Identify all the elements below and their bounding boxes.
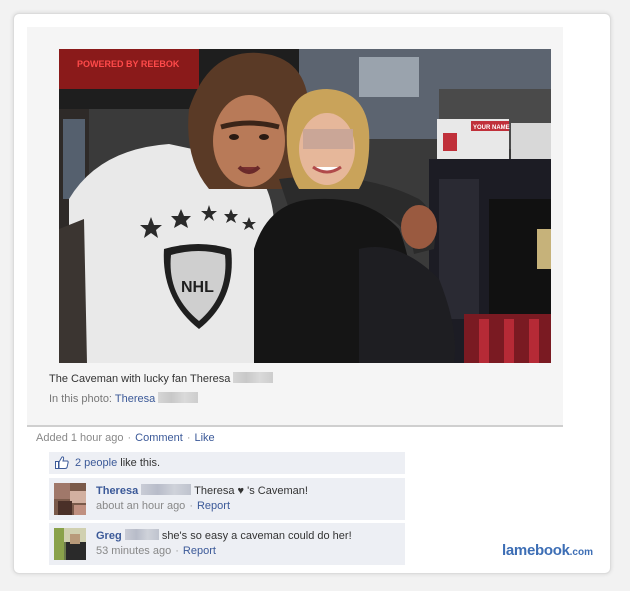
redacted-surname xyxy=(158,392,199,403)
redacted-surname xyxy=(141,484,192,495)
comment-body: Theresa Theresa ♥ 's Caveman! xyxy=(96,484,308,497)
separator-dot: · xyxy=(186,432,191,444)
separator-dot: · xyxy=(189,500,193,512)
report-link[interactable]: Report xyxy=(183,545,216,557)
commenter-name-link[interactable]: Greg xyxy=(96,530,122,542)
likes-box: 2 people like this. xyxy=(49,452,405,474)
avatar[interactable] xyxy=(54,483,86,515)
avatar[interactable] xyxy=(54,528,86,560)
likes-suffix: like this. xyxy=(120,457,161,469)
store-banner-text: POWERED BY REEBOK xyxy=(77,59,180,69)
thumbs-up-icon xyxy=(55,456,69,472)
tagged-person-link[interactable]: Theresa xyxy=(115,393,155,405)
caption-text: The Caveman with lucky fan Theresa xyxy=(49,373,231,385)
likers-link[interactable]: 2 people xyxy=(75,457,117,469)
comment-time: 53 minutes ago xyxy=(96,545,172,557)
commenter-name-link[interactable]: Theresa xyxy=(96,485,138,497)
lamebook-logo: lamebook.com xyxy=(502,542,593,559)
report-link[interactable]: Report xyxy=(197,500,230,512)
sign-text: YOUR NAME xyxy=(473,125,510,131)
photo[interactable]: POWERED BY REEBOK YOUR NAME NHL xyxy=(59,49,551,363)
comment-text: she's so easy a caveman could do her! xyxy=(161,530,352,542)
added-time: Added 1 hour ago xyxy=(36,432,124,444)
post-card: POWERED BY REEBOK YOUR NAME NHL The Cave… xyxy=(13,13,611,574)
comment: Greg she's so easy a caveman could do he… xyxy=(49,523,405,565)
brand-name: lamebook xyxy=(502,542,570,559)
like-link[interactable]: Like xyxy=(195,432,215,444)
comment-meta: about an hour ago · Report xyxy=(96,500,230,512)
photo-caption: The Caveman with lucky fan Theresa xyxy=(49,372,274,385)
photo-panel: POWERED BY REEBOK YOUR NAME NHL The Cave… xyxy=(27,27,563,427)
comment: Theresa Theresa ♥ 's Caveman! about an h… xyxy=(49,478,405,520)
comment-body: Greg she's so easy a caveman could do he… xyxy=(96,529,352,542)
comment-link[interactable]: Comment xyxy=(135,432,183,444)
redacted-surname xyxy=(233,372,274,383)
brand-tld: .com xyxy=(569,547,593,558)
separator-dot: · xyxy=(175,545,179,557)
post-meta: Added 1 hour ago · Comment · Like xyxy=(36,432,215,444)
shirt-logo-text: NHL xyxy=(181,279,214,296)
in-photo-label: In this photo: xyxy=(49,393,112,405)
comment-time: about an hour ago xyxy=(96,500,186,512)
comment-text: Theresa ♥ 's Caveman! xyxy=(194,485,308,497)
comment-meta: 53 minutes ago · Report xyxy=(96,545,216,557)
in-this-photo: In this photo: Theresa xyxy=(49,392,199,405)
redacted-surname xyxy=(124,529,159,540)
separator-dot: · xyxy=(127,432,132,444)
